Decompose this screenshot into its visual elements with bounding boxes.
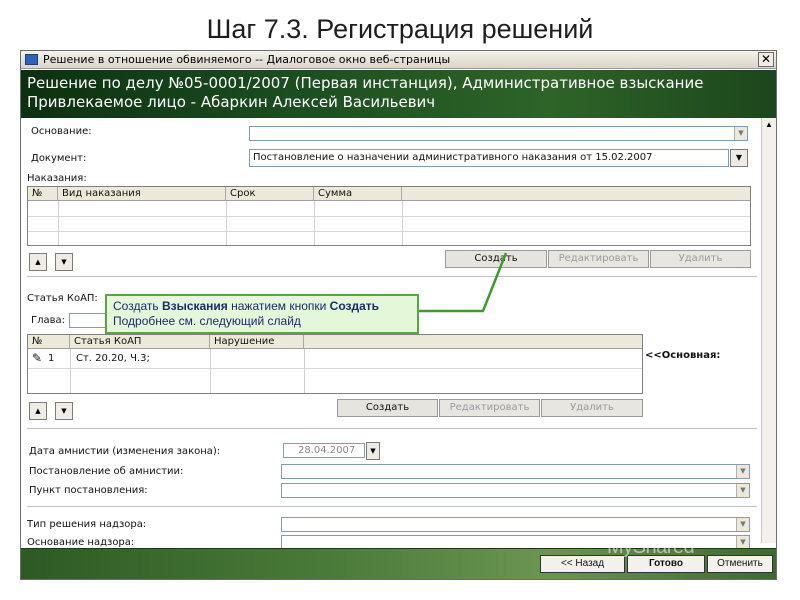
nakazaniya-table-header: № Вид наказания Срок Сумма	[28, 187, 750, 201]
hint-callout: Создать Взыскания нажатием кнопки Создат…	[105, 294, 419, 334]
chevron-down-icon[interactable]: ▼	[736, 484, 749, 497]
callout-line2: Подробнее см. следующий слайд	[113, 314, 301, 328]
glava-input[interactable]	[69, 313, 109, 328]
delete-article-button[interactable]: Удалить	[541, 399, 643, 417]
callout-text1: Создать	[113, 299, 162, 313]
document-select[interactable]: Постановление о назначении административ…	[249, 149, 748, 167]
create-article-button[interactable]: Создать	[337, 399, 438, 417]
callout-bold1: Взыскания	[161, 299, 228, 313]
banner-case-line: Решение по делу №05-0001/2007 (Первая ин…	[27, 74, 704, 92]
section-divider	[27, 506, 757, 507]
chevron-down-icon[interactable]: ▼	[736, 465, 749, 478]
scroll-up-icon[interactable]: ▲	[763, 119, 775, 131]
osnovnaya-label: <<Основная:	[645, 350, 721, 361]
row-number: 1	[48, 353, 55, 364]
amnesty-date-label: Дата амнистии (изменения закона):	[29, 446, 221, 457]
create-punishment-button[interactable]: Создать	[445, 250, 547, 268]
close-button[interactable]: ✕	[758, 52, 774, 67]
date-dropdown-button[interactable]: ▼	[366, 442, 380, 460]
amnesty-resolution-select[interactable]: ▼	[281, 464, 750, 479]
supervision-type-select[interactable]: ▼	[281, 517, 750, 532]
amnesty-date-value: 28.04.2007	[298, 445, 356, 456]
edit-pencil-icon[interactable]: ✎	[32, 352, 42, 364]
resolution-item-select[interactable]: ▼	[281, 483, 750, 498]
move-up-button[interactable]: ▲	[29, 402, 47, 420]
window-titlebar: Решение в отношение обвиняемого -- Диало…	[21, 51, 776, 69]
chevron-down-icon[interactable]: ▼	[734, 127, 747, 140]
row-article: Ст. 20.20, Ч.3;	[76, 353, 150, 364]
osnovanie-select[interactable]: ▼	[249, 126, 748, 141]
col-term[interactable]: Срок	[226, 187, 314, 201]
glava-label: Глава:	[31, 315, 66, 326]
nakazaniya-table: № Вид наказания Срок Сумма	[27, 186, 751, 246]
delete-punishment-button[interactable]: Удалить	[650, 250, 751, 268]
supervision-basis-label: Основание надзора:	[27, 537, 135, 548]
section-divider	[27, 276, 757, 277]
statya-label: Статья КоАП:	[27, 293, 98, 304]
nakazaniya-label: Наказания:	[27, 173, 87, 184]
col-number[interactable]: №	[28, 187, 58, 201]
osnovanie-label: Основание:	[31, 126, 92, 137]
col-punishment-type[interactable]: Вид наказания	[58, 187, 226, 201]
amnesty-date-input[interactable]: 28.04.2007	[283, 443, 365, 458]
cancel-button[interactable]: Отменить	[707, 555, 773, 573]
edit-article-button[interactable]: Редактировать	[439, 399, 540, 417]
move-down-button[interactable]: ▼	[55, 402, 73, 420]
col-article[interactable]: Статья КоАП	[70, 335, 210, 349]
section-divider	[27, 428, 757, 429]
window-icon	[25, 54, 38, 65]
banner-person-line: Привлекаемое лицо - Абаркин Алексей Васи…	[27, 93, 436, 111]
case-banner: Решение по делу №05-0001/2007 (Первая ин…	[21, 70, 776, 118]
move-up-button[interactable]: ▲	[29, 253, 47, 271]
move-down-button[interactable]: ▼	[55, 253, 73, 271]
document-value: Постановление о назначении административ…	[253, 152, 653, 163]
resolution-item-label: Пункт постановления:	[29, 485, 148, 496]
window-title: Решение в отношение обвиняемого -- Диало…	[43, 53, 451, 66]
col-number[interactable]: №	[28, 335, 70, 349]
chevron-down-icon[interactable]: ▼	[730, 149, 748, 167]
col-sum[interactable]: Сумма	[314, 187, 402, 201]
table-row[interactable]: ✎ 1 Ст. 20.20, Ч.3;	[28, 351, 642, 367]
document-label: Документ:	[31, 153, 87, 164]
slide-title: Шаг 7.3. Регистрация решений	[206, 14, 594, 44]
statya-table-header: № Статья КоАП Нарушение	[28, 335, 642, 349]
callout-bold2: Создать	[329, 299, 380, 313]
statya-table: № Статья КоАП Нарушение ✎ 1 Ст. 20.20, Ч…	[27, 334, 643, 394]
amnesty-resolution-label: Постановление об амнистии:	[29, 466, 184, 477]
supervision-type-label: Тип решения надзора:	[27, 519, 147, 530]
edit-punishment-button[interactable]: Редактировать	[548, 250, 649, 268]
watermark-logo: MyShared	[607, 536, 695, 558]
col-violation[interactable]: Нарушение	[210, 335, 304, 349]
vertical-scrollbar[interactable]: ▲	[761, 118, 776, 543]
callout-text2: нажатием кнопки	[227, 299, 330, 313]
chevron-down-icon[interactable]: ▼	[736, 518, 749, 531]
